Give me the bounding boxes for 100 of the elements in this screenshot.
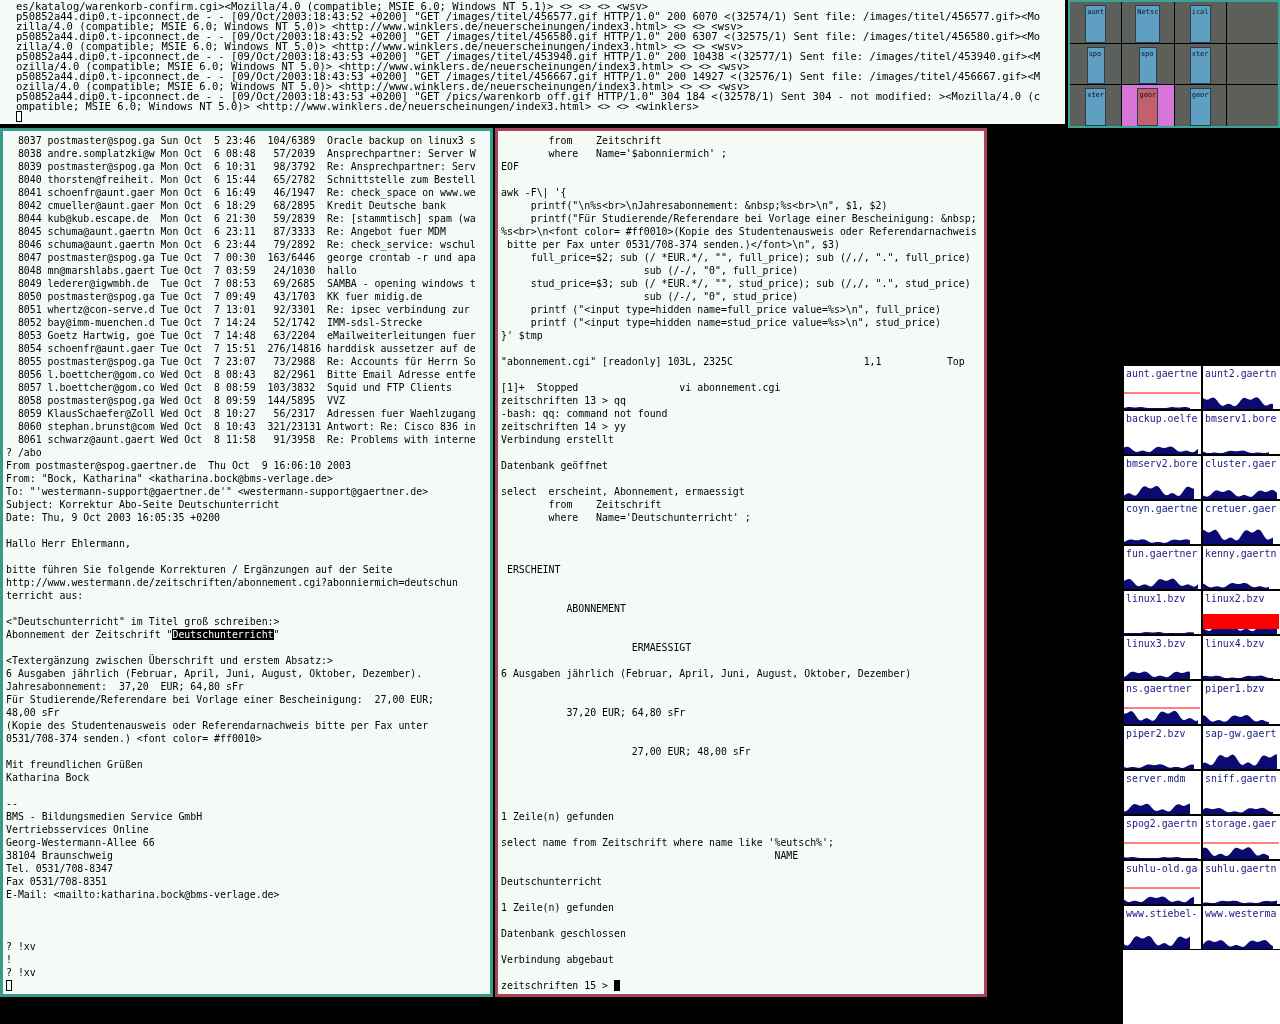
terminal-line: 8045 schuma@aunt.gaertn Mon Oct 6 23:11 87/3333 Re: Angebot fuer MDM xyxy=(16,225,447,238)
terminal-line: 8052 bay@imm-muenchen.d Tue Oct 7 14:24 52/1742 IMM-sdsl-Strecke xyxy=(16,316,424,329)
terminal-line: where Name='Deutschunterricht' ; xyxy=(547,511,752,524)
terminal-line: ozilla/4.0 (compatible; MSIE 6.0; Windows NT 5.0)> <http://www.winklers.de/neuerscheinungen/index3.html> <> <> <wsv> xyxy=(16,61,750,71)
host-label: storage.gaer xyxy=(1204,817,1277,830)
terminal-line: ompatible; MSIE 6.0; Windows NT 5.0)> <http://www.winklers.de/neuerscheinungen/index3.html> <> <> <winklers> xyxy=(16,101,700,111)
terminal-line: 8048 mn@marshlabs.gaert Tue Oct 7 03:59 24/1030 hallo xyxy=(16,264,358,277)
host-label: kenny.gaertn xyxy=(1204,547,1277,560)
terminal-line: Tel. 0531/708-8347 xyxy=(6,862,114,875)
terminal-line: sub (/-/, "0", stud_price) xyxy=(642,290,800,303)
desk-cell[interactable] xyxy=(1226,43,1278,85)
terminal-line: 6 Ausgaben jährlich (Februar, April, Juni, August, Oktober, Dezember). xyxy=(6,667,424,680)
terminal-line: Deutschunterricht xyxy=(501,875,604,888)
terminal-line: 27,00 EUR; 48,00 sFr xyxy=(630,745,752,758)
terminal-line: printf("\n%s<br>\nJahresabonnement: &nbsp;%s<br>\n", $1, $2) xyxy=(529,199,889,212)
terminal-line: "abonnement.cgi" [readonly] 103L, 2325C 1,1 Top xyxy=(501,355,966,368)
terminal-line: 8053 Goetz Hartwig, goe Tue Oct 7 14:48 63/2204 eMailweiterleitungen fuer xyxy=(16,329,477,342)
text-cursor xyxy=(614,980,620,991)
terminal-line: p50852a44.dip0.t-ipconnect.de - - [09/Oct/2003:18:43:53 +0200] "GET /images/titel/456667.gif HTTP/1.0" 200 14927 <(32576/1) Sent file: /images/titel/456667.gif><M xyxy=(16,71,1042,81)
terminal-prompt: zeitschriften 15 > xyxy=(501,979,608,992)
terminal-line: 8055 postmaster@spog.ga Tue Oct 7 23:07 73/2988 Re: Accounts für Herrn So xyxy=(16,355,477,368)
terminal-line: 37,20 EUR; 64,80 sFr xyxy=(565,706,687,719)
host-label: suhlu.gaertn xyxy=(1204,862,1277,875)
terminal-line: p50852a44.dip0.t-ipconnect.de - - [09/Oct/2003:18:43:52 +0200] "GET /images/titel/456580.gif HTTP/1.0" 200 6307 <(32575/1) Sent file: /images/titel/456580.gif><Mo xyxy=(16,31,1042,41)
host-label: sap-gw.gaert xyxy=(1204,727,1277,740)
host-label: spog2.gaertn xyxy=(1125,817,1198,830)
terminal-line: (Kopie des Studentenausweis oder Referendarnachweis bitte per Fax unter xyxy=(6,719,430,732)
terminal-line: 8044 kub@kub.escape.de Mon Oct 6 21:30 59/2839 Re: [stammtisch] spam (wa xyxy=(16,212,477,225)
terminal-line: 8039 postmaster@spog.ga Mon Oct 6 10:31 98/3792 Re: Ansprechpartner: Serv xyxy=(16,160,477,173)
terminal-line: 8051 whertz@con-serve.d Tue Oct 7 13:01 92/3301 Re: ipsec verbindung zur xyxy=(16,303,471,316)
terminal-line: Verbindung erstellt xyxy=(501,433,615,446)
terminal-line: stud_price=$3; sub (/ *EUR.*/, "", stud_price); sub (/,/, ".", stud_price) xyxy=(529,277,972,290)
terminal-line: Mit freundlichen Grüßen xyxy=(6,758,144,771)
terminal-line: select name from Zeitschrift where name like '%eutsch%'; xyxy=(501,836,835,849)
terminal-line: zeitschriften 14 > yy xyxy=(501,420,627,433)
terminal-line: Georg-Westermann-Allee 66 xyxy=(6,836,156,849)
terminal-line: http://www.westermann.de/zeitschriften/abonnement.cgi?abonniermich=deutschun xyxy=(6,576,459,589)
terminal-line: 6 Ausgaben jährlich (Februar, April, Juni, August, Oktober, Dezember) xyxy=(501,667,913,680)
host-label: backup.oelfe xyxy=(1125,412,1198,425)
terminal-line: 8042 cmueller@aunt.gaer Mon Oct 6 18:29 68/2895 Kredit Deutsche bank xyxy=(16,199,447,212)
terminal-line: 8056 l.boettcher@gom.co Wed Oct 8 08:43 82/2961 Bitte Email Adresse entfe xyxy=(16,368,477,381)
terminal-line: 0531/708-374 senden.) <font color= #ff0010> xyxy=(6,732,263,745)
terminal-line: 1 Zeile(n) gefunden xyxy=(501,901,615,914)
terminal-line: 38104 Braunschweig xyxy=(6,849,114,862)
host-label: sniff.gaertn xyxy=(1204,772,1277,785)
terminal-line: 8061 schwarz@aunt.gaert Wed Oct 8 11:58 91/3958 Re: Problems with interne xyxy=(16,433,477,446)
terminal-line: Jahresabonnement: 37,20 EUR; 64,80 sFr xyxy=(6,680,245,693)
terminal-line: %s<br>\n<font color= #ff0010>(Kopie des Studentenausweis oder Referendarnachweis xyxy=(501,225,978,238)
terminal-line: To: "'westermann-support@gaertner.de'" <westermann-support@gaertner.de> xyxy=(6,485,430,498)
host-label: linux4.bzv xyxy=(1204,637,1265,650)
terminal-line: 8038 andre.somplatzki@w Mon Oct 6 08:48 57/2039 Ansprechpartner: Server W xyxy=(16,147,477,160)
terminal-line: zilla/4.0 (compatible; MSIE 6.0; Windows NT 5.0)> <http://www.winklers.de/neuerscheinungen/index3.html> <> <> <wsv> xyxy=(16,41,743,51)
host-label: aunt2.gaertn xyxy=(1204,367,1277,380)
terminal-line: ERMAESSIGT xyxy=(630,641,693,654)
terminal-line: -bash: qq: command not found xyxy=(501,407,669,420)
host-label: www.stiebel- xyxy=(1125,907,1198,920)
terminal-line: 8049 lederer@igwmbh.de Tue Oct 7 08:53 69/2685 SAMBA - opening windows t xyxy=(16,277,477,290)
terminal-line: -- xyxy=(6,797,19,810)
terminal-line: 8054 schoenfr@aunt.gaer Tue Oct 7 15:51 276/14816 harddisk aussetzer auf de xyxy=(16,342,477,355)
terminal-line: 8041 schoenfr@aunt.gaer Mon Oct 6 16:49 46/1947 Re: check_space on www.we xyxy=(16,186,477,199)
terminal-line: ABONNEMENT xyxy=(565,602,627,615)
terminal-line: where Name='$abonniermich' ; xyxy=(547,147,728,160)
host-label: cluster.gaer xyxy=(1204,457,1277,470)
terminal-line: 8040 thorsten@freiheit. Mon Oct 6 15:44 65/2782 Schnittstelle zum Bestell xyxy=(16,173,477,186)
terminal-line: 8060 stephan.brunst@com Wed Oct 8 10:43 321/23131 Antwort: Re: Cisco 836 in xyxy=(16,420,477,433)
terminal-line: <Textergänzung zwischen Überschrift und erstem Absatz:> xyxy=(6,654,334,667)
terminal-line: ? /abo xyxy=(6,446,43,459)
terminal-line: from Zeitschrift xyxy=(547,134,663,147)
terminal-line: Katharina Bock xyxy=(6,771,91,784)
terminal-line: p50852a44.dip0.t-ipconnect.de - - [09/Oct/2003:18:43:52 +0200] "GET /images/titel/456577.gif HTTP/1.0" 200 6070 <(32574/1) Sent file: /images/titel/456577.gif><Mo xyxy=(16,11,1042,21)
terminal-line: Hallo Herr Ehlermann, xyxy=(6,537,132,550)
terminal-line: [1]+ Stopped vi abonnement.cgi xyxy=(501,381,782,394)
desk-cell[interactable] xyxy=(1226,2,1278,43)
terminal-line: 8037 postmaster@spog.ga Sun Oct 5 23:46 104/6389 Oracle backup on linux3 s xyxy=(16,134,477,147)
terminal-line: printf ("<input type=hidden name=full_price value=%s>\n", full_price) xyxy=(529,303,942,316)
terminal-line: <"Deutschunterricht" im Titel groß schreiben:> xyxy=(6,615,281,628)
host-label: bmserv1.bore xyxy=(1204,412,1277,425)
terminal-line: EOF xyxy=(501,160,520,173)
host-label: piper2.bzv xyxy=(1125,727,1186,740)
terminal-line: from Zeitschrift xyxy=(547,498,663,511)
terminal-line: bitte per Fax unter 0531/708-374 senden.)</font>\n", $3) xyxy=(505,238,841,251)
terminal-line: 8057 l.boettcher@gom.co Wed Oct 8 08:59 103/3832 Squid und FTP Clients xyxy=(16,381,453,394)
selected-text: Deutschunterricht xyxy=(172,629,274,640)
terminal-line: ? !xv xyxy=(6,966,37,979)
terminal-line: awk -F\| '{ xyxy=(501,186,568,199)
terminal-line: Subject: Korrektur Abo-Seite Deutschunterricht xyxy=(6,498,281,511)
terminal-line: 8059 KlausSchaefer@Zoll Wed Oct 8 10:27 56/2317 Adressen fuer Waehlzugang xyxy=(16,407,477,420)
host-label: coyn.gaertne xyxy=(1125,502,1198,515)
host-label: linux2.bzv xyxy=(1204,592,1265,605)
host-label: bmserv2.bore xyxy=(1125,457,1198,470)
terminal-line: terricht aus: xyxy=(6,589,85,602)
terminal-line: 8047 postmaster@spog.ga Tue Oct 7 00:30 163/6446 george crontab -r und apa xyxy=(16,251,477,264)
terminal-line: 8058 postmaster@spog.ga Wed Oct 8 09:59 144/5895 VVZ xyxy=(16,394,346,407)
host-label: ns.gaertner xyxy=(1125,682,1192,695)
host-label: fun.gaertner xyxy=(1125,547,1198,560)
terminal-line: From: "Bock, Katharina" <katharina.bock@bms-verlage.de> xyxy=(6,472,334,485)
terminal-line: Date: Thu, 9 Oct 2003 16:05:35 +0200 xyxy=(6,511,222,524)
desk-cell[interactable] xyxy=(1226,85,1278,126)
host-label: cretuer.gaer xyxy=(1204,502,1277,515)
terminal-line: Datenbank geöffnet xyxy=(501,459,609,472)
